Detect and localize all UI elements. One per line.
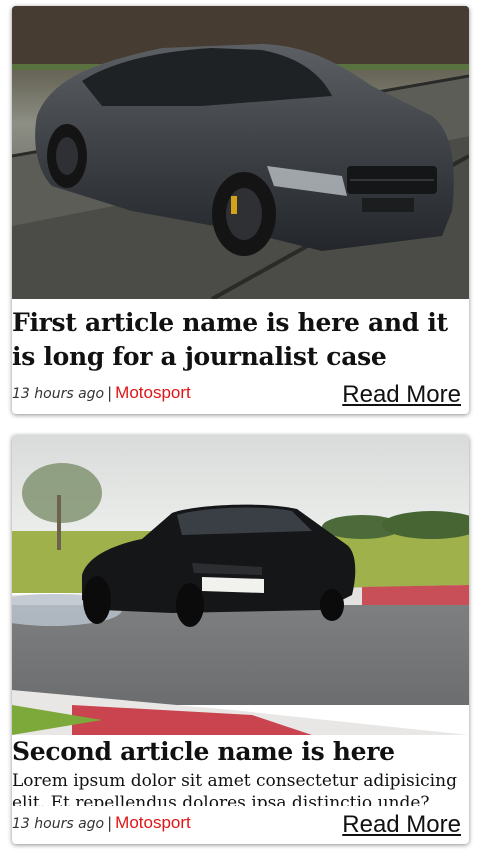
article-card[interactable]: First article name is here and it is lon… (12, 6, 469, 414)
article-meta: 13 hours ago | Motosport (12, 813, 191, 834)
article-title[interactable]: First article name is here and it is lon… (12, 306, 452, 374)
meta-separator: | (107, 814, 113, 832)
read-more-link[interactable]: Read More (342, 812, 461, 838)
article-card[interactable]: Second article name is here Lorem ipsum … (12, 435, 469, 844)
article-meta: 13 hours ago | Motosport (12, 383, 191, 404)
category-link[interactable]: Motosport (115, 813, 191, 832)
article-time: 13 hours ago (12, 816, 105, 832)
article-image[interactable] (12, 6, 469, 299)
article-time: 13 hours ago (12, 386, 105, 402)
article-title[interactable]: Second article name is here (12, 735, 452, 769)
article-image[interactable] (12, 435, 469, 735)
category-link[interactable]: Motosport (115, 383, 191, 402)
article-excerpt: Lorem ipsum dolor sit amet consectetur a… (12, 771, 457, 806)
meta-separator: | (107, 384, 113, 402)
read-more-link[interactable]: Read More (342, 382, 461, 408)
